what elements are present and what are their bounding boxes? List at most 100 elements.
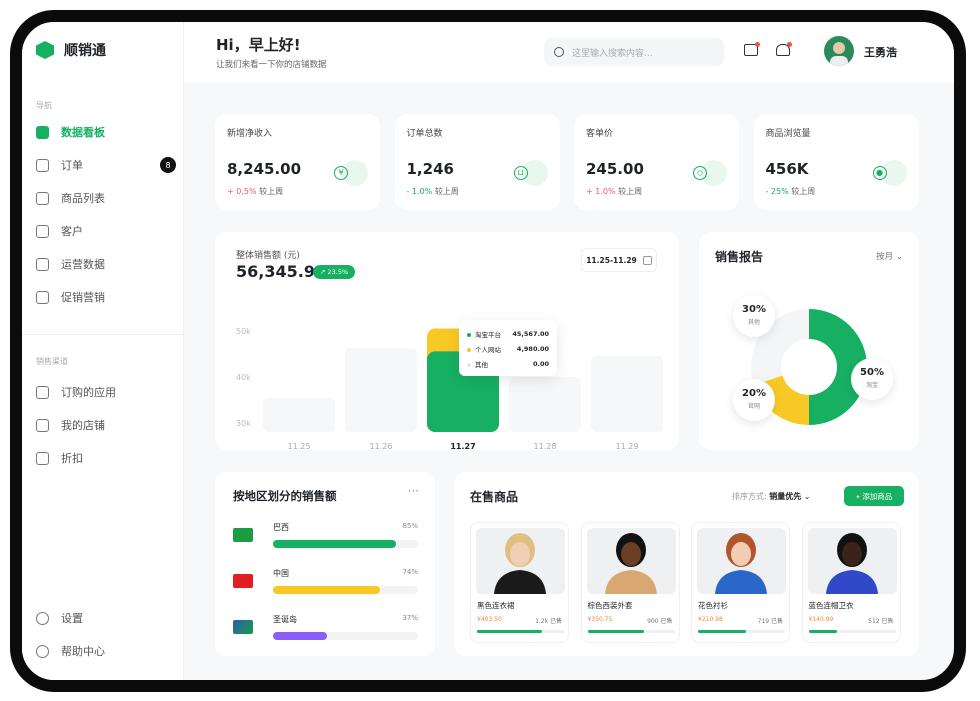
discount-icon: [36, 451, 49, 465]
search-placeholder: 这里输入搜索内容...: [572, 48, 653, 59]
region-name: 中国: [273, 569, 289, 578]
product-card[interactable]: 蓝色连帽卫衣 ¥140.99 512 已售: [801, 522, 901, 643]
tooltip-series: 个人网站: [467, 344, 501, 354]
gear-icon: [36, 611, 49, 625]
cart-icon: [36, 158, 49, 172]
products-card: 在售商品 排序方式: 销量优先 ⌄ + 添加商品 黑色连衣裙 ¥403.50 1.2…: [454, 472, 919, 656]
product-image: [586, 528, 676, 594]
sidebar-item-label: 数据看板: [61, 126, 105, 139]
product-price: ¥140.99: [808, 616, 834, 623]
sales-chart-card: 整体销售额 (元) 56,345.98 ↗ 23.5% 11.25-11.29 …: [215, 232, 679, 450]
help-icon: [36, 644, 49, 658]
y-tick-label: 30k: [236, 419, 251, 428]
sidebar-item[interactable]: 客户: [36, 223, 176, 239]
channel-section-label: 销售渠道: [36, 357, 68, 366]
series-value: 0.00: [532, 359, 549, 368]
product-sold: 719 已售: [757, 618, 783, 625]
flag-icon: [233, 620, 253, 634]
kpi-icon-bg: ◇: [693, 160, 727, 186]
bar[interactable]: [345, 348, 417, 432]
slice-name: 淘宝: [865, 382, 878, 389]
flag-icon: [233, 574, 253, 588]
x-tick-label: 11.27: [450, 442, 475, 450]
kpi-label: 商品浏览量: [765, 129, 811, 139]
sidebar-item[interactable]: 数据看板: [36, 124, 176, 140]
bar[interactable]: [509, 377, 581, 432]
kpi-change-value: + 1.0%: [586, 187, 616, 196]
product-price: ¥403.50: [477, 616, 502, 623]
slice-label: 30% 其他: [733, 295, 775, 337]
apps-icon: [36, 385, 49, 399]
kpi-value: 245.00: [586, 160, 644, 178]
sort-select[interactable]: 排序方式: 销量优先 ⌄: [732, 491, 811, 502]
slice-name: 官网: [747, 403, 760, 410]
sales-progress: [808, 630, 896, 633]
sidebar-item[interactable]: 促销营销: [36, 289, 176, 305]
logo: 顺销通: [36, 40, 106, 60]
sales-report-card: 销售报告 按月 ⌄ 50% 淘宝 20% 官网 30% 其他: [699, 232, 919, 450]
search-input[interactable]: 这里输入搜索内容...: [544, 38, 724, 66]
bar[interactable]: [591, 355, 663, 432]
nav-section-label: 导航: [36, 101, 52, 110]
slice-percent: 50%: [860, 367, 884, 378]
bar[interactable]: [263, 397, 335, 432]
chart-icon: [36, 257, 49, 271]
sidebar-item-label: 订单: [61, 159, 83, 172]
series-name: 个人网站: [475, 345, 501, 354]
region-progress: [273, 632, 418, 640]
product-name: 黑色连衣裙: [477, 601, 515, 610]
bell-icon[interactable]: [776, 42, 792, 56]
region-progress: [273, 586, 418, 594]
kpi-change: + 0,5% 较上周: [227, 186, 283, 197]
kpi-label: 新增净收入: [227, 129, 273, 139]
sidebar-item[interactable]: 帮助中心: [36, 643, 176, 659]
home-icon: [36, 125, 49, 139]
kpi-label: 客单价: [586, 129, 614, 139]
product-card[interactable]: 花色衬衫 ¥210.98 719 已售: [691, 522, 790, 643]
region-sales-card: 按地区划分的销售额 ··· 巴西 85% 中国 74% 圣诞岛 37%: [215, 472, 435, 656]
series-value: 4,980.00: [516, 344, 549, 353]
sales-progress: [698, 630, 785, 633]
tooltip-series: 淘宝平台: [467, 329, 501, 339]
slice-label: 20% 官网: [733, 379, 775, 421]
avatar[interactable]: [824, 36, 854, 66]
sidebar-item[interactable]: 设置: [36, 610, 176, 626]
yen-icon: ¥: [334, 166, 348, 180]
tooltip-row: 淘宝平台 45,567.00: [467, 326, 549, 341]
product-image: [807, 528, 897, 594]
add-product-button[interactable]: + 添加商品: [844, 486, 904, 506]
sort-label: 排序方式:: [732, 492, 767, 501]
product-price: ¥350.75: [587, 616, 613, 623]
sidebar-item-label: 促销营销: [61, 291, 105, 304]
kpi-icon-bg: ●: [872, 160, 907, 186]
kpi-card: 订单总数 1,246 - 1.0% 较上周 ⊔: [394, 114, 560, 210]
sidebar-item[interactable]: 订单 8: [36, 157, 176, 173]
series-name: 淘宝平台: [475, 330, 501, 339]
kpi-value: 456K: [765, 160, 809, 178]
x-tick-label: 11.26: [370, 442, 393, 450]
sidebar-item[interactable]: 商品列表: [36, 190, 176, 206]
sidebar-item[interactable]: 折扣: [36, 450, 176, 466]
sidebar-item[interactable]: 运营数据: [36, 256, 176, 272]
kpi-change-value: - 1.0%: [406, 187, 433, 196]
sidebar-item-label: 帮助中心: [61, 645, 105, 658]
region-progress: [273, 540, 418, 548]
mail-icon[interactable]: [744, 42, 760, 56]
eye-icon: ●: [872, 166, 887, 180]
kpi-change: - 25% 较上周: [766, 186, 816, 197]
region-row: 中国 74%: [233, 568, 418, 598]
sidebar-item[interactable]: 订购的应用: [36, 384, 176, 400]
product-card[interactable]: 黑色连衣裙 ¥403.50 1.2k 已售: [470, 522, 569, 643]
more-icon[interactable]: ···: [408, 484, 419, 498]
sidebar-item-label: 商品列表: [61, 192, 105, 205]
sidebar-item[interactable]: 我的店铺: [36, 417, 176, 433]
brand-name: 顺销通: [64, 43, 106, 59]
header: Hi，早上好! 让我们来看一下你的店铺数据 这里输入搜索内容... 王勇浩: [184, 22, 954, 82]
divider: [22, 334, 184, 335]
y-tick-label: 40k: [236, 373, 251, 382]
product-image: [476, 528, 565, 594]
slice-percent: 20%: [742, 388, 766, 399]
tooltip-series: 其他: [467, 359, 488, 369]
product-card[interactable]: 棕色西装外套 ¥350.75 900 已售: [580, 522, 680, 643]
region-percent: 37%: [402, 614, 418, 622]
